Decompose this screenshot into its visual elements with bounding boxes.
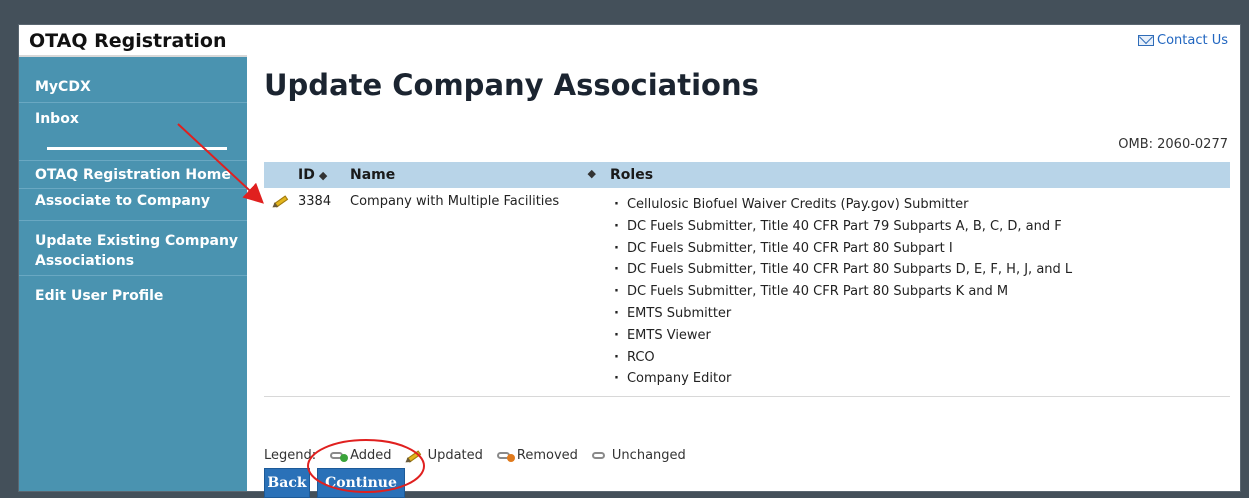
sidebar-item-update-associations[interactable]: Update Existing Company Associations (19, 221, 247, 276)
list-item: DC Fuels Submitter, Title 40 CFR Part 80… (610, 281, 1226, 303)
sidebar-item-label: Inbox (35, 111, 79, 127)
name-header-label: Name (350, 167, 396, 183)
page-title: Update Company Associations (264, 68, 759, 102)
sidebar: OTAQ Registration MyCDX Inbox OTAQ Regis… (19, 25, 247, 491)
status-column-header (264, 162, 294, 188)
app-window: OTAQ Registration MyCDX Inbox OTAQ Regis… (18, 24, 1241, 498)
sidebar-item-mycdx[interactable]: MyCDX (19, 57, 247, 103)
table-header-row: ID ◆ Name ◆ Roles (264, 162, 1230, 188)
list-item: Company Editor (610, 368, 1226, 390)
roles-cell: Cellulosic Biofuel Waiver Credits (Pay.g… (606, 188, 1230, 396)
app-brand: OTAQ Registration (19, 25, 247, 57)
sort-icon: ◆ (587, 167, 596, 180)
back-button[interactable]: Back (264, 468, 310, 498)
removed-icon (496, 451, 515, 462)
status-cell (264, 188, 294, 396)
list-item: DC Fuels Submitter, Title 40 CFR Part 79… (610, 216, 1226, 238)
list-item: DC Fuels Submitter, Title 40 CFR Part 80… (610, 259, 1226, 281)
associations-table: ID ◆ Name ◆ Roles 3384 Company with Multip… (264, 162, 1230, 397)
legend-unchanged: Unchanged (611, 448, 686, 463)
list-item: Cellulosic Biofuel Waiver Credits (Pay.g… (610, 194, 1226, 216)
name-cell: Company with Multiple Facilities (350, 194, 560, 209)
divider (47, 147, 227, 150)
legend: Legend: Added Updated Removed Unchanged (264, 448, 686, 465)
list-item: EMTS Viewer (610, 325, 1226, 347)
omb-number: OMB: 2060-0277 (1118, 137, 1228, 152)
legend-added: Added (350, 448, 392, 463)
mail-icon (1138, 35, 1154, 46)
legend-updated: Updated (427, 448, 483, 463)
role-list: Cellulosic Biofuel Waiver Credits (Pay.g… (610, 194, 1226, 390)
id-column-header[interactable]: ID ◆ (294, 162, 346, 188)
unchanged-icon (591, 451, 607, 461)
id-header-label: ID (298, 167, 315, 183)
updated-icon (403, 449, 423, 465)
sidebar-item-otaq-home[interactable]: OTAQ Registration Home (19, 161, 247, 189)
legend-label: Legend: (264, 448, 317, 463)
roles-column-header: Roles (610, 167, 654, 183)
id-cell: 3384 (298, 194, 332, 209)
list-item: DC Fuels Submitter, Title 40 CFR Part 80… (610, 238, 1226, 260)
sidebar-item-inbox[interactable]: Inbox (19, 103, 247, 161)
sort-icon: ◆ (318, 169, 328, 182)
sidebar-item-edit-profile[interactable]: Edit User Profile (19, 276, 247, 316)
continue-button[interactable]: Continue (317, 468, 405, 498)
list-item: RCO (610, 347, 1226, 369)
list-item: EMTS Submitter (610, 303, 1226, 325)
legend-removed: Removed (516, 448, 578, 463)
contact-us-label: Contact Us (1157, 33, 1228, 48)
updated-icon (270, 194, 290, 210)
added-icon (329, 451, 349, 462)
sidebar-item-associate[interactable]: Associate to Company (19, 189, 247, 221)
table-row: 3384 Company with Multiple Facilities Ce… (264, 188, 1230, 396)
contact-us-link[interactable]: Contact Us (1138, 33, 1228, 48)
name-column-header[interactable]: Name ◆ (346, 162, 606, 188)
